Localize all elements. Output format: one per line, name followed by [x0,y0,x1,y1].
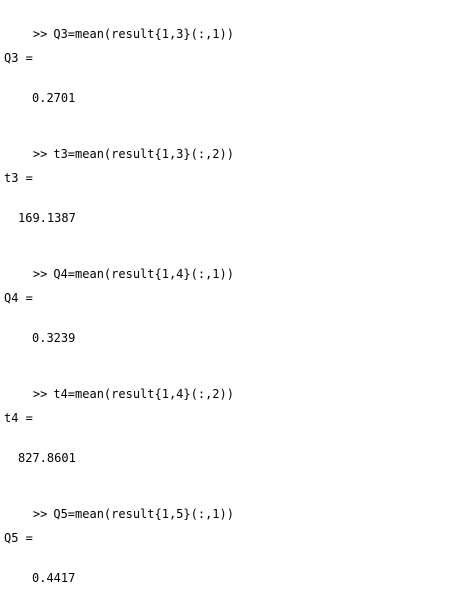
variable-label: t3 = [4,171,33,185]
command-text: Q5=mean(result{1,5}(:,1)) [53,507,234,521]
output-value: 0.2701 [32,91,76,105]
prompt-symbol: >> [32,147,48,161]
prompt-symbol: >> [32,27,48,41]
command-line: >> Q5=mean(result{1,5}(:,1)) [4,490,234,521]
command-text: Q3=mean(result{1,3}(:,1)) [53,27,234,41]
variable-label: t4 = [4,411,33,425]
command-line: >> Q3=mean(result{1,3}(:,1)) [4,10,234,41]
output-value: 169.1387 [18,211,76,225]
variable-label: Q5 = [4,531,33,545]
variable-label: Q4 = [4,291,33,305]
command-line: >> Q4=mean(result{1,4}(:,1)) [4,250,234,281]
variable-label: Q3 = [4,51,33,65]
output-value: 827.8601 [18,451,76,465]
output-value: 0.4417 [32,571,76,585]
prompt-symbol: >> [32,267,48,281]
command-text: t4=mean(result{1,4}(:,2)) [53,387,234,401]
prompt-symbol: >> [32,507,48,521]
command-line: >> t3=mean(result{1,3}(:,2)) [4,130,234,161]
command-text: Q4=mean(result{1,4}(:,1)) [53,267,234,281]
command-text: t3=mean(result{1,3}(:,2)) [53,147,234,161]
prompt-symbol: >> [32,387,48,401]
output-value: 0.3239 [32,331,76,345]
command-window[interactable]: >> Q3=mean(result{1,3}(:,1)) Q3 = 0.2701 … [0,0,456,594]
command-line: >> t4=mean(result{1,4}(:,2)) [4,370,234,401]
